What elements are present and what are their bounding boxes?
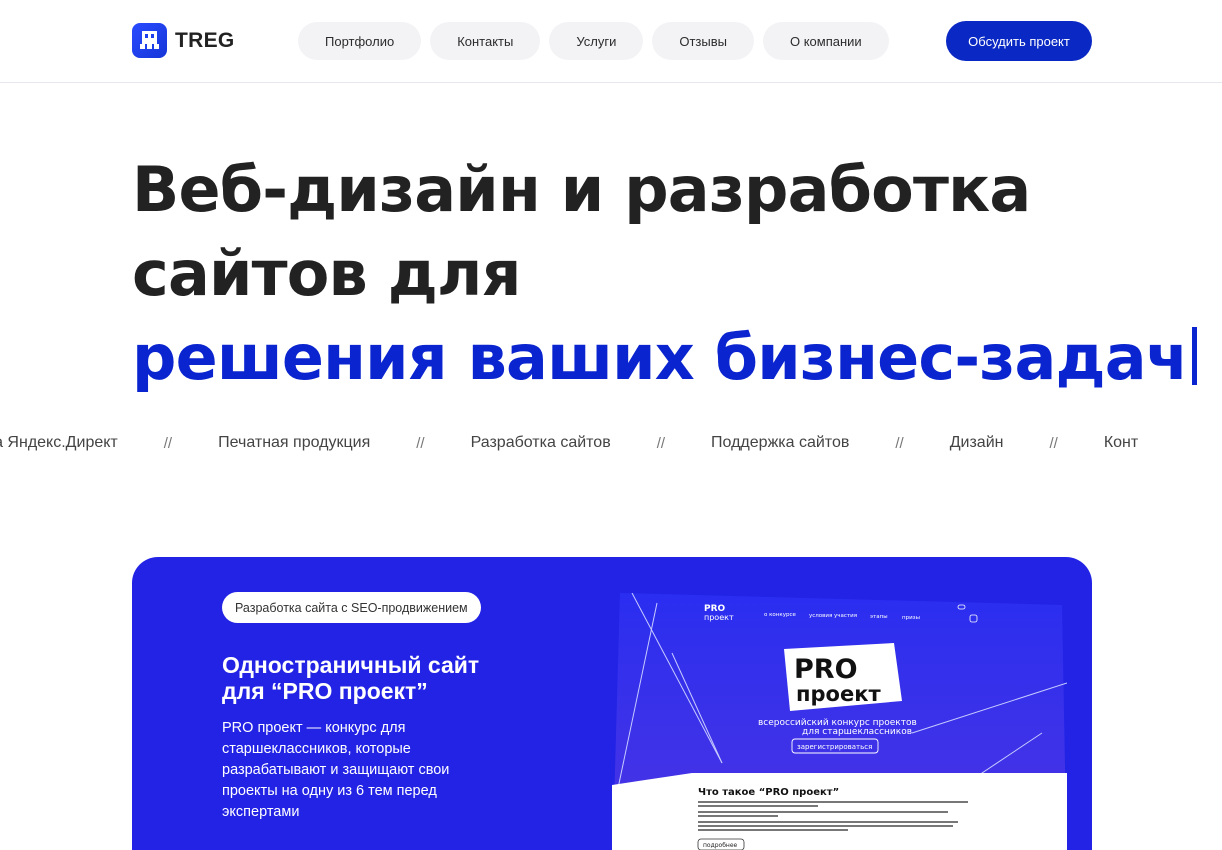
mock-nav-item: призы <box>902 615 920 621</box>
mock-section-title: Что такое “PRO проект” <box>698 787 839 798</box>
ticker-separator: // <box>163 434 173 452</box>
ticker-item: Разработка сайтов <box>470 434 611 451</box>
ticker-item: Поддержка сайтов <box>711 434 850 451</box>
ticker-item: ройка Яндекс.Директ <box>0 434 118 451</box>
site-header: TREG Портфолио Контакты Услуги Отзывы О … <box>0 0 1222 83</box>
nav-reviews[interactable]: Отзывы <box>652 22 754 60</box>
project-title-line-1: Одностраничный сайт <box>222 652 480 678</box>
nav-portfolio[interactable]: Портфолио <box>298 22 422 60</box>
typing-cursor <box>1191 327 1197 385</box>
logo-text: TREG <box>175 28 235 52</box>
logo[interactable]: TREG <box>132 23 235 58</box>
hero-line-1: Веб-дизайн и разработка <box>132 153 1031 226</box>
portfolio-card[interactable]: Разработка сайта с SEO-продвижением Одно… <box>132 557 1092 850</box>
logo-icon <box>132 23 167 58</box>
mock-big-logo-line-2: проект <box>796 682 881 706</box>
project-description: PRO проект — конкурс для старшекласснико… <box>222 720 450 820</box>
mock-subtitle-line-2: для старшеклассников <box>802 727 912 737</box>
nav-contacts[interactable]: Контакты <box>430 22 541 60</box>
project-preview-image: PRO проект о конкурсе условия участия эт… <box>612 593 1067 850</box>
ticker-separator: // <box>656 434 666 452</box>
mock-nav-item: о конкурсе <box>764 612 796 618</box>
ticker-separator: // <box>416 434 425 452</box>
project-title-line-2: для “PRO проект” <box>222 678 428 704</box>
nav-about[interactable]: О компании <box>762 22 889 60</box>
mock-nav-item: этапы <box>870 614 888 620</box>
services-ticker: ройка Яндекс.Директ // Печатная продукци… <box>0 434 1138 452</box>
hero-line-3-text: решения ваших бизнес-задач <box>132 321 1188 394</box>
mock-nav-item: условия участия <box>809 613 857 619</box>
mock-big-logo-line-1: PRO <box>794 654 858 685</box>
hero-line-3: решения ваших бизнес-задач <box>132 316 1197 400</box>
ticker-item: Конт <box>1103 434 1139 451</box>
project-tag: Разработка сайта с SEO-продвижением <box>222 592 481 623</box>
ticker-item: Дизайн <box>949 434 1004 451</box>
project-title: Одностраничный сайт для “PRO проект” <box>222 652 479 704</box>
ticker-separator: // <box>895 434 904 452</box>
mock-more-label: подробнее <box>703 842 738 849</box>
main-nav: Портфолио Контакты Услуги Отзывы О компа… <box>298 22 889 60</box>
hero-title: Веб-дизайн и разработка сайтов для решен… <box>132 148 1197 400</box>
discuss-project-button[interactable]: Обсудить проект <box>946 21 1092 61</box>
ticker-item: Печатная продукция <box>218 434 371 451</box>
ticker-separator: // <box>1049 434 1058 452</box>
mock-register-label: зарегистрироваться <box>797 743 872 751</box>
mock-logo-line-2: проект <box>704 613 734 622</box>
nav-services[interactable]: Услуги <box>549 22 644 60</box>
hero-line-2: сайтов для <box>132 237 521 310</box>
